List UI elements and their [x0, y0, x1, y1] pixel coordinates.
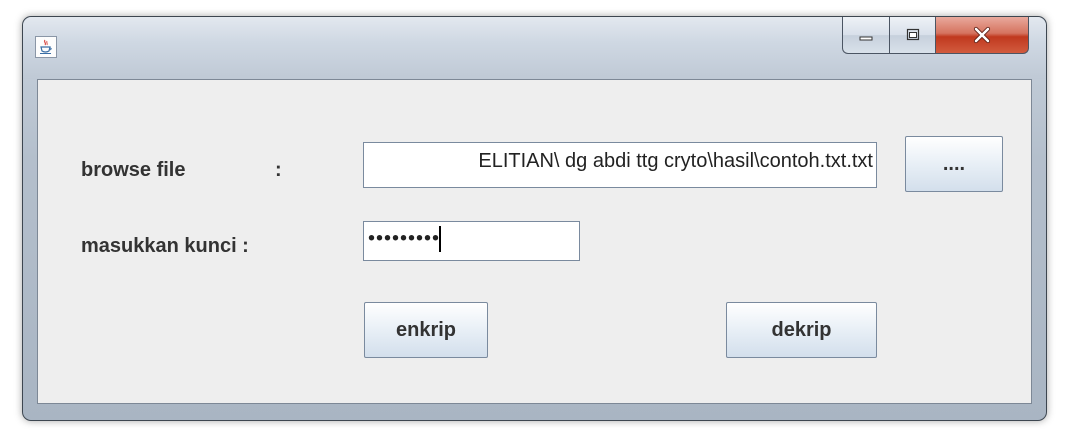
browse-file-label: browse file — [81, 159, 186, 181]
close-icon — [936, 17, 1028, 53]
key-label: masukkan kunci : — [81, 235, 249, 257]
minimize-icon — [843, 17, 889, 53]
minimize-button[interactable] — [842, 17, 889, 54]
encrypt-button[interactable]: enkrip — [364, 302, 488, 358]
maximize-button[interactable] — [889, 17, 936, 54]
browse-button[interactable]: .... — [905, 136, 1003, 192]
app-window: browse file : ELITIAN\ dg abdi ttg cryto… — [22, 16, 1047, 421]
key-password-field[interactable]: ••••••••• — [363, 221, 580, 261]
close-button[interactable] — [936, 17, 1029, 54]
title-bar[interactable] — [23, 17, 1046, 79]
maximize-icon — [890, 17, 935, 53]
caption-buttons — [842, 17, 1029, 54]
java-cup-icon[interactable] — [35, 36, 57, 58]
text-caret — [439, 226, 442, 252]
decrypt-button[interactable]: dekrip — [726, 302, 877, 358]
browse-file-colon: : — [275, 159, 282, 181]
file-path-field[interactable]: ELITIAN\ dg abdi ttg cryto\hasil\contoh.… — [363, 142, 877, 188]
key-password-value: ••••••••• — [368, 227, 441, 250]
file-path-value: ELITIAN\ dg abdi ttg cryto\hasil\contoh.… — [478, 150, 873, 172]
content-panel: browse file : ELITIAN\ dg abdi ttg cryto… — [37, 79, 1032, 404]
